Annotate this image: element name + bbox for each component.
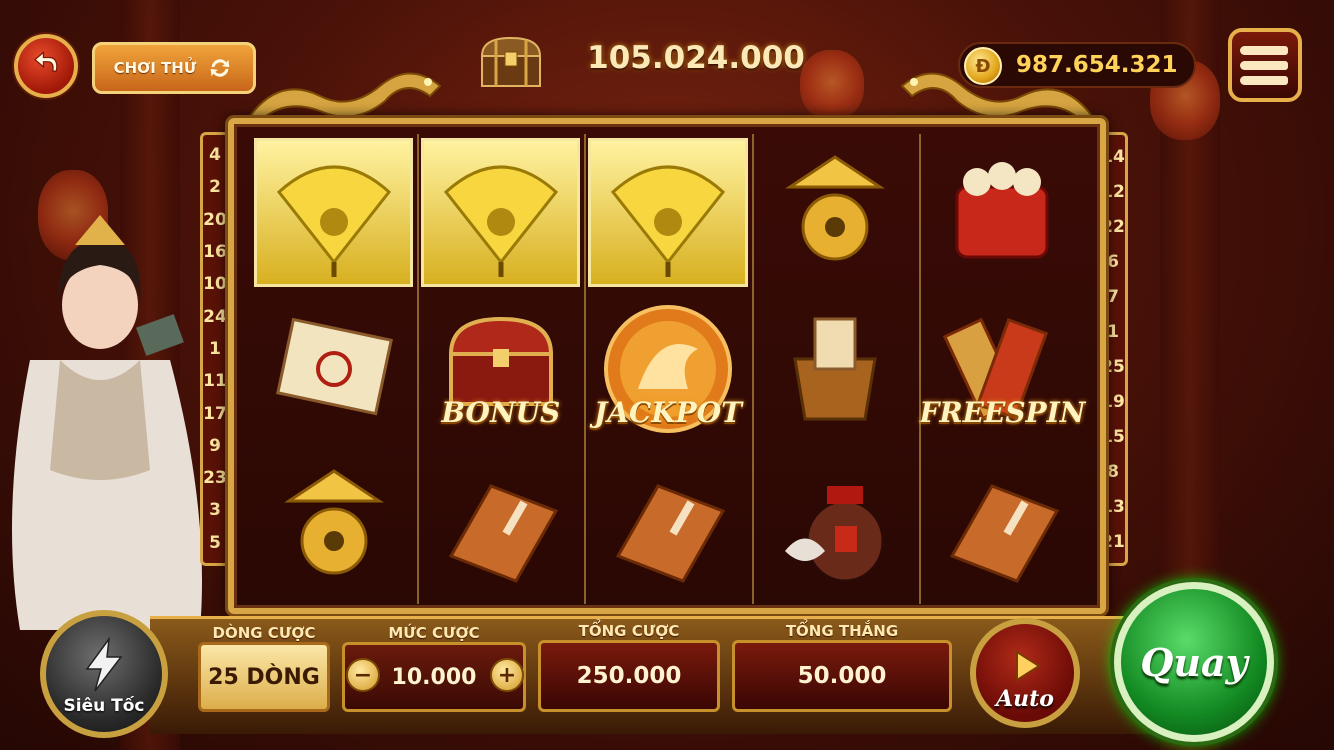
demo-play-button[interactable]: CHƠI THỬ	[92, 42, 256, 94]
play-icon	[1016, 650, 1041, 682]
refresh-icon	[211, 59, 230, 77]
payline-number: 1	[1107, 321, 1119, 342]
reel-frame: BONUS JACKPOT FREESPIN	[228, 118, 1106, 614]
reel-cell	[919, 134, 1086, 291]
menu-button[interactable]	[1228, 28, 1302, 102]
jackpot-display: 105.024.000	[476, 30, 856, 92]
reel-cell	[417, 447, 584, 604]
symbol-label: FREESPIN	[919, 396, 1086, 430]
spin-button[interactable]: Quay	[1114, 582, 1274, 742]
book-icon	[448, 483, 558, 583]
reel-cell: BONUS	[417, 291, 584, 448]
fan-icon	[276, 165, 391, 278]
golden-dragon-icon	[248, 72, 442, 123]
payline-number: 24	[203, 306, 227, 327]
bet-title: MỨC CƯỢC	[388, 624, 480, 642]
reel-cell	[250, 291, 417, 448]
total-bet-value: 250.000	[538, 640, 720, 712]
bet-increase-button[interactable]: +	[490, 658, 524, 692]
fan-icon	[610, 165, 726, 278]
symbol-label: JACKPOT	[594, 396, 742, 430]
payline-number: 20	[203, 209, 227, 230]
payline-number: 16	[203, 242, 227, 263]
bucket-scroll-icon	[793, 317, 877, 421]
firecracker-icon	[955, 162, 1049, 259]
reel-divider	[918, 134, 921, 604]
treasure-chest-icon	[480, 36, 542, 87]
reel-divider	[417, 134, 420, 604]
payline-indicator-left: 4 2 20 16 10 24 1 11 17 9 23 3 5	[200, 132, 230, 566]
auto-spin-button[interactable]: Auto	[970, 618, 1080, 728]
fan-icon	[443, 165, 558, 278]
golden-dragon-icon	[900, 72, 1094, 123]
payline-number: 7	[1107, 286, 1119, 307]
book-icon	[950, 483, 1060, 583]
payline-number: 4	[209, 145, 221, 166]
reel-cell	[588, 138, 748, 287]
back-button[interactable]	[14, 34, 78, 98]
scroll-icon	[275, 317, 393, 416]
reel-cell	[254, 138, 414, 287]
payline-number: 23	[203, 468, 227, 489]
reel-cell: JACKPOT	[584, 291, 751, 448]
total-win-title: TỔNG THẮNG	[785, 622, 899, 640]
reel-cell	[250, 447, 417, 604]
payline-number: 17	[203, 403, 227, 424]
reel-cell	[752, 291, 919, 448]
demo-play-label: CHƠI THỬ	[113, 59, 197, 77]
payline-number: 11	[203, 371, 227, 392]
wine-jar-icon	[785, 485, 885, 583]
total-win-value: 50.000	[732, 640, 952, 712]
character-portrait	[12, 215, 202, 630]
reel-cell	[919, 447, 1086, 604]
payline-number: 10	[203, 274, 227, 295]
auto-label: Auto	[996, 686, 1054, 712]
bet-value: 10.000	[391, 664, 477, 690]
reel-cell	[421, 138, 581, 287]
reel-cell	[584, 447, 751, 604]
reel-cell	[752, 447, 919, 604]
payline-number: 6	[1107, 251, 1119, 272]
symbol-label: BONUS	[441, 396, 561, 430]
gourd-hat-icon	[283, 468, 384, 575]
book-icon	[615, 483, 726, 583]
reel-divider	[584, 134, 587, 604]
menu-icon	[1240, 45, 1288, 55]
payline-number: 9	[209, 435, 221, 456]
payline-number: 8	[1107, 461, 1119, 482]
payline-number: 5	[209, 532, 221, 553]
total-bet-title: TỔNG CƯỢC	[578, 622, 680, 640]
bet-decrease-button[interactable]: −	[346, 658, 380, 692]
payline-number: 2	[209, 177, 221, 198]
reel-grid: BONUS JACKPOT FREESPIN	[250, 134, 1086, 604]
turbo-button[interactable]: Siêu Tốc	[40, 610, 168, 738]
lines-value[interactable]: 25 DÒNG	[198, 642, 330, 712]
payline-number: 3	[209, 500, 221, 521]
lines-title: DÒNG CƯỢC	[212, 624, 316, 642]
turbo-label: Siêu Tốc	[63, 696, 145, 716]
jackpot-value: 105.024.000	[587, 40, 805, 76]
gourd-hat-icon	[785, 155, 886, 261]
reel-cell: FREESPIN	[919, 291, 1086, 448]
lightning-icon	[85, 637, 123, 692]
back-arrow-icon	[33, 51, 58, 72]
reel-cell	[752, 134, 919, 291]
payline-number: 1	[209, 338, 221, 359]
reel-divider	[751, 134, 754, 604]
spin-label: Quay	[1140, 639, 1248, 685]
